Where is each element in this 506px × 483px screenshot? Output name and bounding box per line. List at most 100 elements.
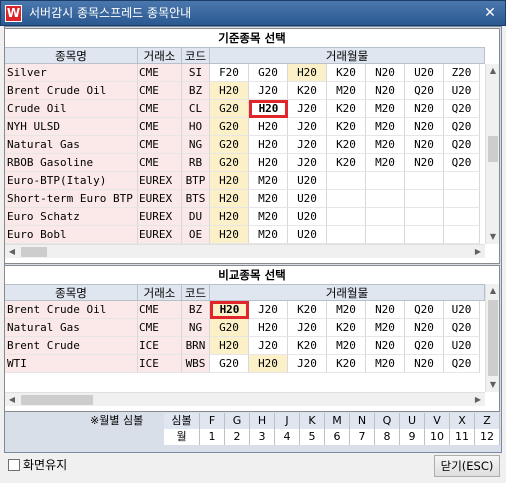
contract-month-cell[interactable]: H20 — [210, 82, 249, 100]
code-cell[interactable]: WBS — [182, 355, 210, 373]
base-horizontal-scrollbar[interactable]: ◀ ▶ — [5, 244, 485, 258]
code-cell[interactable]: RB — [182, 154, 210, 172]
contract-month-cell[interactable]: M20 — [366, 355, 405, 373]
code-cell[interactable]: BRN — [182, 337, 210, 355]
scroll-down-icon[interactable]: ▼ — [486, 230, 500, 244]
contract-month-cell[interactable]: N20 — [366, 82, 405, 100]
instrument-name-cell[interactable]: Euro-BTP(Italy) — [5, 172, 138, 190]
scroll-up-icon[interactable]: ▲ — [486, 64, 500, 78]
keep-screen-checkbox[interactable] — [8, 459, 20, 471]
scroll-thumb[interactable] — [21, 395, 93, 405]
table-row[interactable]: Brent Crude ICE BRN H20 J20 K20 M20 N20 Q20 U20 — [5, 337, 485, 355]
contract-month-cell[interactable]: H20 — [249, 154, 288, 172]
contract-month-cell[interactable]: H20 — [210, 226, 249, 244]
contract-month-cell[interactable]: K20 — [327, 154, 366, 172]
contract-month-cell[interactable]: G20 — [210, 118, 249, 136]
contract-month-cell[interactable]: H20 — [210, 301, 249, 319]
contract-month-cell[interactable]: H20 — [210, 190, 249, 208]
contract-month-cell[interactable]: U20 — [288, 172, 327, 190]
window-close-button[interactable]: ✕ — [481, 4, 499, 22]
contract-month-cell[interactable]: G20 — [210, 319, 249, 337]
scroll-left-icon[interactable]: ◀ — [5, 245, 19, 259]
instrument-name-cell[interactable]: Natural Gas — [5, 136, 138, 154]
contract-month-cell[interactable]: M20 — [366, 136, 405, 154]
contract-month-cell[interactable]: M20 — [366, 154, 405, 172]
contract-month-cell[interactable]: H20 — [210, 208, 249, 226]
contract-month-cell[interactable]: N20 — [405, 100, 444, 118]
code-cell[interactable]: SI — [182, 64, 210, 82]
instrument-name-cell[interactable]: Short-term Euro BTP — [5, 190, 138, 208]
contract-month-cell[interactable]: K20 — [288, 82, 327, 100]
contract-month-cell[interactable]: M20 — [249, 190, 288, 208]
instrument-name-cell[interactable]: Euro Bobl — [5, 226, 138, 244]
code-cell[interactable]: BZ — [182, 82, 210, 100]
scroll-thumb[interactable] — [488, 300, 498, 376]
contract-month-cell[interactable]: U20 — [288, 208, 327, 226]
contract-month-cell[interactable]: J20 — [288, 319, 327, 337]
instrument-name-cell[interactable]: Euro Schatz — [5, 208, 138, 226]
contract-month-cell[interactable]: Q20 — [444, 136, 480, 154]
exchange-cell[interactable]: CME — [138, 64, 182, 82]
contract-month-cell[interactable]: K20 — [288, 301, 327, 319]
exchange-cell[interactable]: CME — [138, 154, 182, 172]
contract-month-cell[interactable]: M20 — [366, 100, 405, 118]
scroll-left-icon[interactable]: ◀ — [5, 393, 19, 407]
instrument-name-cell[interactable]: Crude Oil — [5, 100, 138, 118]
contract-month-cell[interactable]: F20 — [210, 64, 249, 82]
contract-month-cell[interactable]: N20 — [405, 154, 444, 172]
contract-month-cell[interactable]: H20 — [288, 64, 327, 82]
contract-month-cell[interactable]: K20 — [288, 337, 327, 355]
contract-month-cell[interactable]: J20 — [288, 136, 327, 154]
exchange-cell[interactable]: CME — [138, 100, 182, 118]
exchange-cell[interactable]: CME — [138, 301, 182, 319]
contract-month-cell[interactable]: M20 — [366, 319, 405, 337]
compare-horizontal-scrollbar[interactable]: ◀ ▶ — [5, 392, 485, 406]
scroll-thumb[interactable] — [488, 136, 498, 162]
code-cell[interactable]: BTP — [182, 172, 210, 190]
instrument-name-cell[interactable]: Natural Gas — [5, 319, 138, 337]
table-row[interactable]: NYH ULSD CME HO G20 H20 J20 K20 M20 N20 Q20 — [5, 118, 485, 136]
contract-month-cell[interactable]: U20 — [288, 190, 327, 208]
contract-month-cell[interactable]: Q20 — [444, 154, 480, 172]
scroll-up-icon[interactable]: ▲ — [486, 284, 500, 298]
contract-month-cell[interactable]: Q20 — [444, 355, 480, 373]
table-row[interactable]: Crude Oil CME CL G20 H20 J20 K20 M20 N20 Q20 — [5, 100, 485, 118]
contract-month-cell[interactable]: G20 — [210, 154, 249, 172]
exchange-cell[interactable]: ICE — [138, 355, 182, 373]
contract-month-cell[interactable]: H20 — [210, 337, 249, 355]
table-row[interactable]: Brent Crude Oil CME BZ H20 J20 K20 M20 N20 Q20 U2… — [5, 301, 485, 319]
contract-month-cell[interactable]: K20 — [327, 64, 366, 82]
contract-month-cell[interactable]: N20 — [366, 64, 405, 82]
instrument-name-cell[interactable]: RBOB Gasoline — [5, 154, 138, 172]
contract-month-cell[interactable]: H20 — [249, 118, 288, 136]
compare-vertical-scrollbar[interactable]: ▲ ▼ — [485, 284, 499, 392]
close-button[interactable]: 닫기(ESC) — [434, 455, 500, 477]
instrument-name-cell[interactable]: Brent Crude — [5, 337, 138, 355]
exchange-cell[interactable]: CME — [138, 118, 182, 136]
scroll-right-icon[interactable]: ▶ — [471, 245, 485, 259]
contract-month-cell[interactable]: H20 — [249, 136, 288, 154]
contract-month-cell[interactable]: N20 — [366, 301, 405, 319]
table-row[interactable]: Natural Gas CME NG G20 H20 J20 K20 M20 N20 Q20 — [5, 319, 485, 337]
contract-month-cell[interactable]: M20 — [249, 226, 288, 244]
contract-month-cell[interactable]: M20 — [249, 172, 288, 190]
table-row[interactable]: Short-term Euro BTP EUREX BTS H20 M20 U20 — [5, 190, 485, 208]
contract-month-cell[interactable]: J20 — [249, 301, 288, 319]
contract-month-cell[interactable]: G20 — [210, 100, 249, 118]
exchange-cell[interactable]: EUREX — [138, 208, 182, 226]
contract-month-cell[interactable]: M20 — [327, 301, 366, 319]
contract-month-cell[interactable]: K20 — [327, 118, 366, 136]
contract-month-cell[interactable]: J20 — [288, 118, 327, 136]
table-row[interactable]: Euro Schatz EUREX DU H20 M20 U20 — [5, 208, 485, 226]
table-row[interactable]: WTI ICE WBS G20 H20 J20 K20 M20 N20 Q20 — [5, 355, 485, 373]
contract-month-cell[interactable]: J20 — [249, 82, 288, 100]
contract-month-cell[interactable]: Q20 — [405, 337, 444, 355]
contract-month-cell[interactable]: J20 — [288, 355, 327, 373]
code-cell[interactable]: OE — [182, 226, 210, 244]
contract-month-cell[interactable]: N20 — [405, 136, 444, 154]
contract-month-cell[interactable]: K20 — [327, 136, 366, 154]
exchange-cell[interactable]: ICE — [138, 337, 182, 355]
contract-month-cell[interactable]: K20 — [327, 100, 366, 118]
table-row[interactable]: RBOB Gasoline CME RB G20 H20 J20 K20 M20 N20 Q20 — [5, 154, 485, 172]
instrument-name-cell[interactable]: Silver — [5, 64, 138, 82]
